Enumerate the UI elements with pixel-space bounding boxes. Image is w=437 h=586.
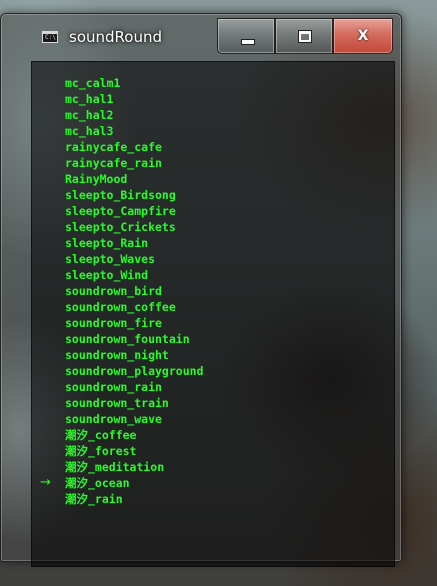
list-item-label: 潮汐_forest [65,444,137,458]
list-item-label: soundrown_night [65,348,169,362]
list-item[interactable]: → 潮汐_ocean [32,475,203,491]
list-item[interactable]: mc_hal3 [32,123,203,139]
list-item-label: rainycafe_cafe [65,140,162,154]
app-icon-text: C:\ [45,34,56,41]
list-item-label: sleepto_Waves [65,252,156,266]
list-item[interactable]: mc_hal2 [32,107,203,123]
list-item-label: sleepto_Rain [65,236,149,250]
list-item[interactable]: sleepto_Crickets [32,219,203,235]
list-item[interactable]: soundrown_wave [32,411,203,427]
list-item-label: sleepto_Crickets [65,220,176,234]
list-item[interactable]: soundrown_train [32,395,203,411]
maximize-button[interactable] [275,18,333,54]
list-item[interactable]: sleepto_Campfire [32,203,203,219]
list-item-label: soundrown_train [65,396,169,410]
list-item[interactable]: 潮汐_rain [32,491,203,507]
list-item[interactable]: mc_hal1 [32,91,203,107]
list-item[interactable]: 潮汐_coffee [32,427,203,443]
list-item-label: mc_hal3 [65,124,114,138]
selection-arrow-icon: → [40,475,51,490]
list-item[interactable]: rainycafe_cafe [32,139,203,155]
list-item[interactable]: 潮汐_meditation [32,459,203,475]
list-item[interactable]: soundrown_rain [32,379,203,395]
list-item[interactable]: soundrown_playground [32,363,203,379]
list-item[interactable]: sleepto_Birdsong [32,187,203,203]
close-button[interactable]: X [333,18,393,54]
console-output[interactable]: mc_calm1 mc_hal1 mc_hal2 mc_hal3 rainycafe_c… [31,61,395,567]
sound-list: mc_calm1 mc_hal1 mc_hal2 mc_hal3 rainycafe_c… [32,75,203,507]
list-item[interactable]: soundrown_coffee [32,299,203,315]
list-item[interactable]: soundrown_night [32,347,203,363]
list-item[interactable]: soundrown_bird [32,283,203,299]
console-window[interactable]: C:\ soundRound X mc_calm1 mc_hal1 mc_hal2 m… [0,13,402,567]
maximize-icon [298,30,312,43]
title-bar[interactable]: C:\ soundRound X [1,14,401,56]
list-item[interactable]: sleepto_Rain [32,235,203,251]
list-item-label: sleepto_Wind [65,268,149,282]
list-item[interactable]: soundrown_fountain [32,331,203,347]
list-item-label: soundrown_rain [65,380,162,394]
list-item-label: sleepto_Birdsong [65,188,176,202]
list-item-label: soundrown_coffee [65,300,176,314]
window-title: soundRound [69,28,162,46]
list-item-label: sleepto_Campfire [65,204,176,218]
minimize-icon [241,39,255,45]
list-item[interactable]: RainyMood [32,171,203,187]
list-item-label: mc_hal1 [65,92,114,106]
list-item[interactable]: sleepto_Waves [32,251,203,267]
list-item-label: 潮汐_meditation [65,460,165,474]
list-item-label: soundrown_bird [65,284,162,298]
list-item[interactable]: rainycafe_rain [32,155,203,171]
list-item-label: soundrown_wave [65,412,162,426]
list-item-label: mc_calm1 [65,76,121,90]
list-item-label: soundrown_fire [65,316,162,330]
console-app-icon[interactable]: C:\ [42,31,58,43]
list-item[interactable]: soundrown_fire [32,315,203,331]
list-item[interactable]: sleepto_Wind [32,267,203,283]
list-item[interactable]: mc_calm1 [32,75,203,91]
list-item-label: RainyMood [65,172,128,186]
list-item-label: mc_hal2 [65,108,114,122]
minimize-button[interactable] [217,18,275,54]
list-item-label: soundrown_fountain [65,332,190,346]
list-item-label: rainycafe_rain [65,156,162,170]
list-item[interactable]: 潮汐_forest [32,443,203,459]
list-item-label: 潮汐_coffee [65,428,137,442]
list-item-label: 潮汐_rain [65,492,123,506]
close-icon: X [357,28,369,44]
list-item-label: 潮汐_ocean [65,476,130,490]
list-item-label: soundrown_playground [65,364,204,378]
